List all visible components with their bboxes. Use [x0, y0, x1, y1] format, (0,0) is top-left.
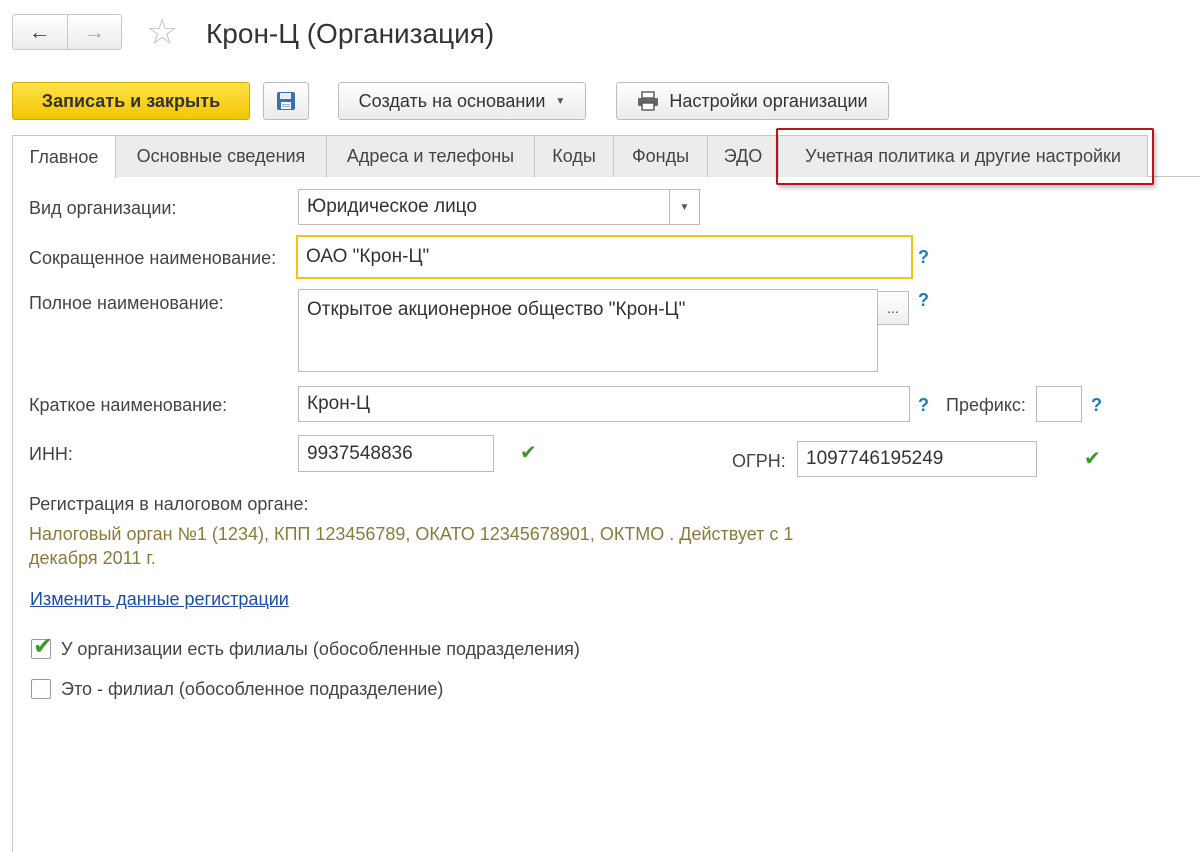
forward-arrow-icon[interactable]: →	[66, 15, 122, 49]
tax-registration-line-1: Налоговый орган №1 (1234), КПП 123456789…	[29, 524, 794, 544]
ogrn-label: ОГРН:	[732, 451, 786, 471]
navigation-buttons: ← →	[12, 14, 122, 50]
short-name-value: ОАО "Крон-Ц"	[306, 246, 430, 267]
brief-name-label: Краткое наименование:	[29, 395, 228, 415]
organization-settings-label: Настройки организации	[669, 90, 868, 111]
change-registration-link[interactable]: Изменить данные регистрации	[30, 589, 289, 610]
tab-basic-info[interactable]: Основные сведения	[115, 135, 327, 177]
help-icon[interactable]: ?	[918, 290, 929, 311]
create-based-on-label: Создать на основании	[358, 90, 546, 111]
has-branches-label: У организации есть филиалы (обособленные…	[61, 639, 580, 659]
full-name-select-button[interactable]: ...	[877, 291, 909, 325]
tab-funds[interactable]: Фонды	[613, 135, 708, 177]
brief-name-value: Крон-Ц	[307, 393, 371, 414]
tax-registration-label: Регистрация в налоговом органе:	[29, 494, 309, 514]
has-branches-checkbox[interactable]: ✔	[31, 633, 54, 660]
checkmark-icon: ✔	[33, 633, 54, 660]
checkmark-icon: ✔	[1084, 448, 1101, 470]
brief-name-input[interactable]: Крон-Ц	[298, 386, 910, 422]
help-icon[interactable]: ?	[1091, 395, 1102, 416]
tab-highlight-frame	[776, 128, 1154, 185]
floppy-disk-icon	[277, 92, 295, 110]
org-type-label: Вид организации:	[29, 198, 177, 218]
org-type-value: Юридическое лицо	[307, 196, 477, 217]
create-based-on-button[interactable]: Создать на основании ▼	[338, 82, 586, 120]
back-arrow-icon[interactable]: ←	[13, 15, 67, 49]
is-branch-checkbox[interactable]	[31, 679, 51, 699]
tax-registration-info: Налоговый орган №1 (1234), КПП 123456789…	[29, 522, 909, 570]
org-type-select[interactable]: Юридическое лицо ▼	[298, 189, 700, 225]
inn-label: ИНН:	[29, 444, 73, 464]
inn-value: 9937548836	[307, 442, 413, 464]
save-and-close-button[interactable]: Записать и закрыть	[12, 82, 250, 120]
full-name-label: Полное наименование:	[29, 293, 224, 313]
favorite-star-icon[interactable]: ☆	[146, 14, 178, 50]
prefix-label: Префикс:	[946, 395, 1026, 415]
form-left-border	[12, 176, 13, 852]
is-branch-label: Это - филиал (обособленное подразделение…	[61, 679, 444, 699]
tab-edo[interactable]: ЭДО	[707, 135, 779, 177]
tab-addresses-phones[interactable]: Адреса и телефоны	[326, 135, 535, 177]
inn-input[interactable]: 9937548836	[298, 435, 494, 472]
short-name-label: Сокращенное наименование:	[29, 248, 277, 268]
ogrn-input[interactable]: 1097746195249	[797, 441, 1037, 477]
tax-registration-line-2: декабря 2011 г.	[29, 548, 156, 568]
checkmark-icon: ✔	[520, 442, 537, 464]
full-name-value: Открытое акционерное общество "Крон-Ц"	[307, 299, 686, 320]
short-name-input[interactable]: ОАО "Крон-Ц"	[296, 235, 913, 279]
chevron-down-icon[interactable]: ▼	[669, 190, 699, 224]
save-button[interactable]	[263, 82, 309, 120]
chevron-down-icon: ▼	[555, 95, 566, 107]
tab-codes[interactable]: Коды	[534, 135, 614, 177]
printer-icon	[638, 91, 659, 111]
ogrn-value: 1097746195249	[806, 448, 944, 469]
prefix-input[interactable]	[1036, 386, 1082, 422]
help-icon[interactable]: ?	[918, 395, 929, 416]
tab-main[interactable]: Главное	[12, 135, 116, 178]
full-name-input[interactable]: Открытое акционерное общество "Крон-Ц"	[298, 289, 878, 372]
organization-settings-button[interactable]: Настройки организации	[616, 82, 889, 120]
help-icon[interactable]: ?	[918, 247, 929, 268]
page-title: Крон-Ц (Организация)	[206, 18, 495, 49]
